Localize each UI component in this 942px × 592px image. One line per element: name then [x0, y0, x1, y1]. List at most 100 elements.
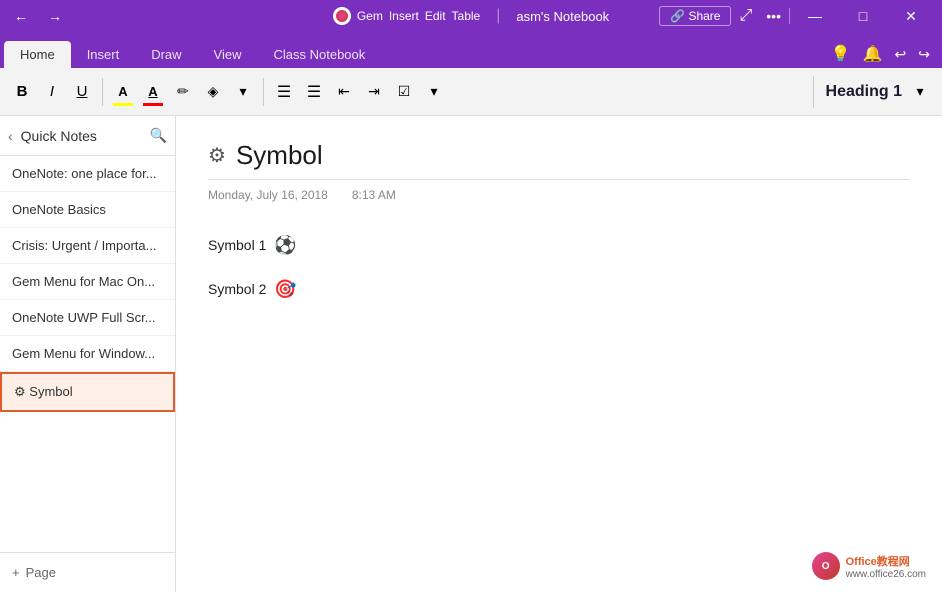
sidebar-title: Quick Notes	[21, 128, 142, 144]
sidebar-item-gem-windows[interactable]: Gem Menu for Window...	[0, 336, 175, 372]
underline-button[interactable]: U	[68, 76, 96, 108]
list-dropdown-icon: ▾	[430, 83, 437, 100]
eraser-icon: ✏	[177, 83, 189, 100]
heading-dropdown-icon: ▾	[916, 83, 923, 100]
font-color-button[interactable]: A	[139, 76, 167, 108]
note-time: 8:13 AM	[352, 188, 396, 202]
toolbar: B I U A A ✏ ◈ ▾ ☰ ☰ ⇤ ⇥ ☑ ▾ Heading 1 ▾	[0, 68, 942, 116]
symbol1-label: Symbol 1	[208, 230, 266, 261]
sidebar-item-onenote-basics[interactable]: OneNote Basics	[0, 192, 175, 228]
bullet-list-button[interactable]: ☰	[270, 76, 298, 108]
watermark-text-block: Office教程网 www.office26.com	[846, 553, 926, 580]
maximize-button[interactable]: □	[840, 0, 886, 32]
minimize-button[interactable]: —	[792, 0, 838, 32]
dropdown-arrow-icon: ▾	[239, 83, 246, 100]
highlight-button[interactable]: A	[109, 76, 137, 108]
font-color-bar	[143, 103, 163, 106]
note-area[interactable]: ⚙ Symbol Monday, July 16, 2018 8:13 AM S…	[176, 116, 942, 592]
numbered-list-icon: ☰	[307, 82, 321, 102]
redo-icon[interactable]: ↪	[918, 46, 930, 63]
indent-increase-button[interactable]: ⇥	[360, 76, 388, 108]
tab-view[interactable]: View	[198, 41, 258, 68]
titlebar-right: 🔗 Share ⤢ ••• — □ ✕	[659, 0, 934, 32]
notebook-title: asm's Notebook	[516, 9, 609, 24]
tab-home[interactable]: Home	[4, 41, 71, 68]
main-area: ‹ Quick Notes 🔍 OneNote: one place for..…	[0, 116, 942, 592]
heading-area: Heading 1 ▾	[813, 76, 934, 108]
indent-increase-icon: ⇥	[368, 83, 380, 100]
note-line-2: Symbol 2 🎯	[208, 270, 910, 310]
sidebar-items: OneNote: one place for... OneNote Basics…	[0, 156, 175, 552]
lightbulb-icon[interactable]: 💡	[831, 44, 851, 64]
sidebar-item-crisis[interactable]: Crisis: Urgent / Importa...	[0, 228, 175, 264]
note-title-row: ⚙ Symbol	[208, 140, 910, 171]
watermark-logo: O	[812, 552, 840, 580]
heading-dropdown-button[interactable]: ▾	[906, 76, 934, 108]
list-dropdown-button[interactable]: ▾	[420, 76, 448, 108]
sidebar-header: ‹ Quick Notes 🔍	[0, 116, 175, 156]
sidebar: ‹ Quick Notes 🔍 OneNote: one place for..…	[0, 116, 176, 592]
sidebar-search-button[interactable]: 🔍	[150, 127, 167, 144]
ribbon-tabs: Home Insert Draw View Class Notebook 💡 🔔…	[0, 32, 942, 68]
sidebar-item-gem-mac[interactable]: Gem Menu for Mac On...	[0, 264, 175, 300]
bell-icon[interactable]: 🔔	[863, 44, 883, 64]
numbered-list-button[interactable]: ☰	[300, 76, 328, 108]
bold-button[interactable]: B	[8, 76, 36, 108]
bullet-list-icon: ☰	[277, 82, 291, 102]
gem-logo-inner	[336, 10, 348, 22]
toolbar-separator-1	[102, 78, 103, 106]
add-page-label: Page	[26, 565, 56, 580]
paint-button[interactable]: ◈	[199, 76, 227, 108]
note-title-divider	[208, 179, 910, 180]
indent-decrease-button[interactable]: ⇤	[330, 76, 358, 108]
symbol-item-label: Symbol	[29, 384, 72, 399]
tab-insert[interactable]: Insert	[71, 41, 136, 68]
share-button[interactable]: 🔗 Share	[659, 6, 731, 26]
checkbox-button[interactable]: ☑	[390, 76, 418, 108]
symbol2-emoji: 🎯	[274, 270, 296, 310]
note-content: Symbol 1 ⚽ Symbol 2 🎯	[208, 226, 910, 309]
highlight-color-bar	[113, 103, 133, 106]
symbol1-emoji: ⚽	[274, 226, 296, 266]
note-title: Symbol	[236, 140, 323, 171]
add-page-plus-icon: +	[12, 565, 20, 580]
close-button[interactable]: ✕	[888, 0, 934, 32]
forward-button[interactable]: →	[42, 6, 68, 26]
insert-menu[interactable]: Insert	[389, 9, 419, 23]
gem-menu-area: Gem Insert Edit Table	[333, 7, 480, 25]
eraser-button[interactable]: ✏	[169, 76, 197, 108]
edit-menu[interactable]: Edit	[425, 9, 446, 23]
undo-icon[interactable]: ↩	[895, 46, 907, 63]
ribbon-right: 💡 🔔 ↩ ↪	[831, 44, 942, 68]
sidebar-item-onenote-one-place[interactable]: OneNote: one place for...	[0, 156, 175, 192]
checkbox-icon: ☑	[398, 83, 411, 100]
highlight-icon: A	[118, 84, 127, 99]
italic-button[interactable]: I	[38, 76, 66, 108]
titlebar-divider	[789, 8, 790, 24]
gem-logo	[333, 7, 351, 25]
sidebar-item-onenote-uwp[interactable]: OneNote UWP Full Scr...	[0, 300, 175, 336]
heading-label: Heading 1	[826, 83, 902, 101]
style-dropdown-button[interactable]: ▾	[229, 76, 257, 108]
more-options-button[interactable]: •••	[760, 6, 787, 26]
watermark: O Office教程网 www.office26.com	[804, 548, 934, 584]
watermark-url: www.office26.com	[846, 569, 926, 580]
font-color-icon: A	[148, 84, 157, 99]
titlebar: ← → Gem Insert Edit Table | asm's Notebo…	[0, 0, 942, 32]
symbol-gear-icon: ⚙	[14, 384, 26, 399]
tab-draw[interactable]: Draw	[135, 41, 197, 68]
symbol2-label: Symbol 2	[208, 274, 266, 305]
titlebar-left: ← →	[8, 6, 68, 26]
sidebar-add-page-button[interactable]: + Page	[0, 552, 175, 592]
expand-button[interactable]: ⤢	[733, 5, 758, 27]
note-line-1: Symbol 1 ⚽	[208, 226, 910, 266]
back-button[interactable]: ←	[8, 6, 34, 26]
toolbar-separator-2	[263, 78, 264, 106]
paint-icon: ◈	[208, 83, 219, 100]
table-menu[interactable]: Table	[452, 9, 481, 23]
tab-class-notebook[interactable]: Class Notebook	[258, 41, 382, 68]
gem-label[interactable]: Gem	[357, 9, 383, 23]
note-date: Monday, July 16, 2018	[208, 188, 328, 202]
sidebar-item-symbol[interactable]: ⚙ Symbol	[0, 372, 175, 412]
sidebar-back-button[interactable]: ‹	[8, 128, 13, 144]
